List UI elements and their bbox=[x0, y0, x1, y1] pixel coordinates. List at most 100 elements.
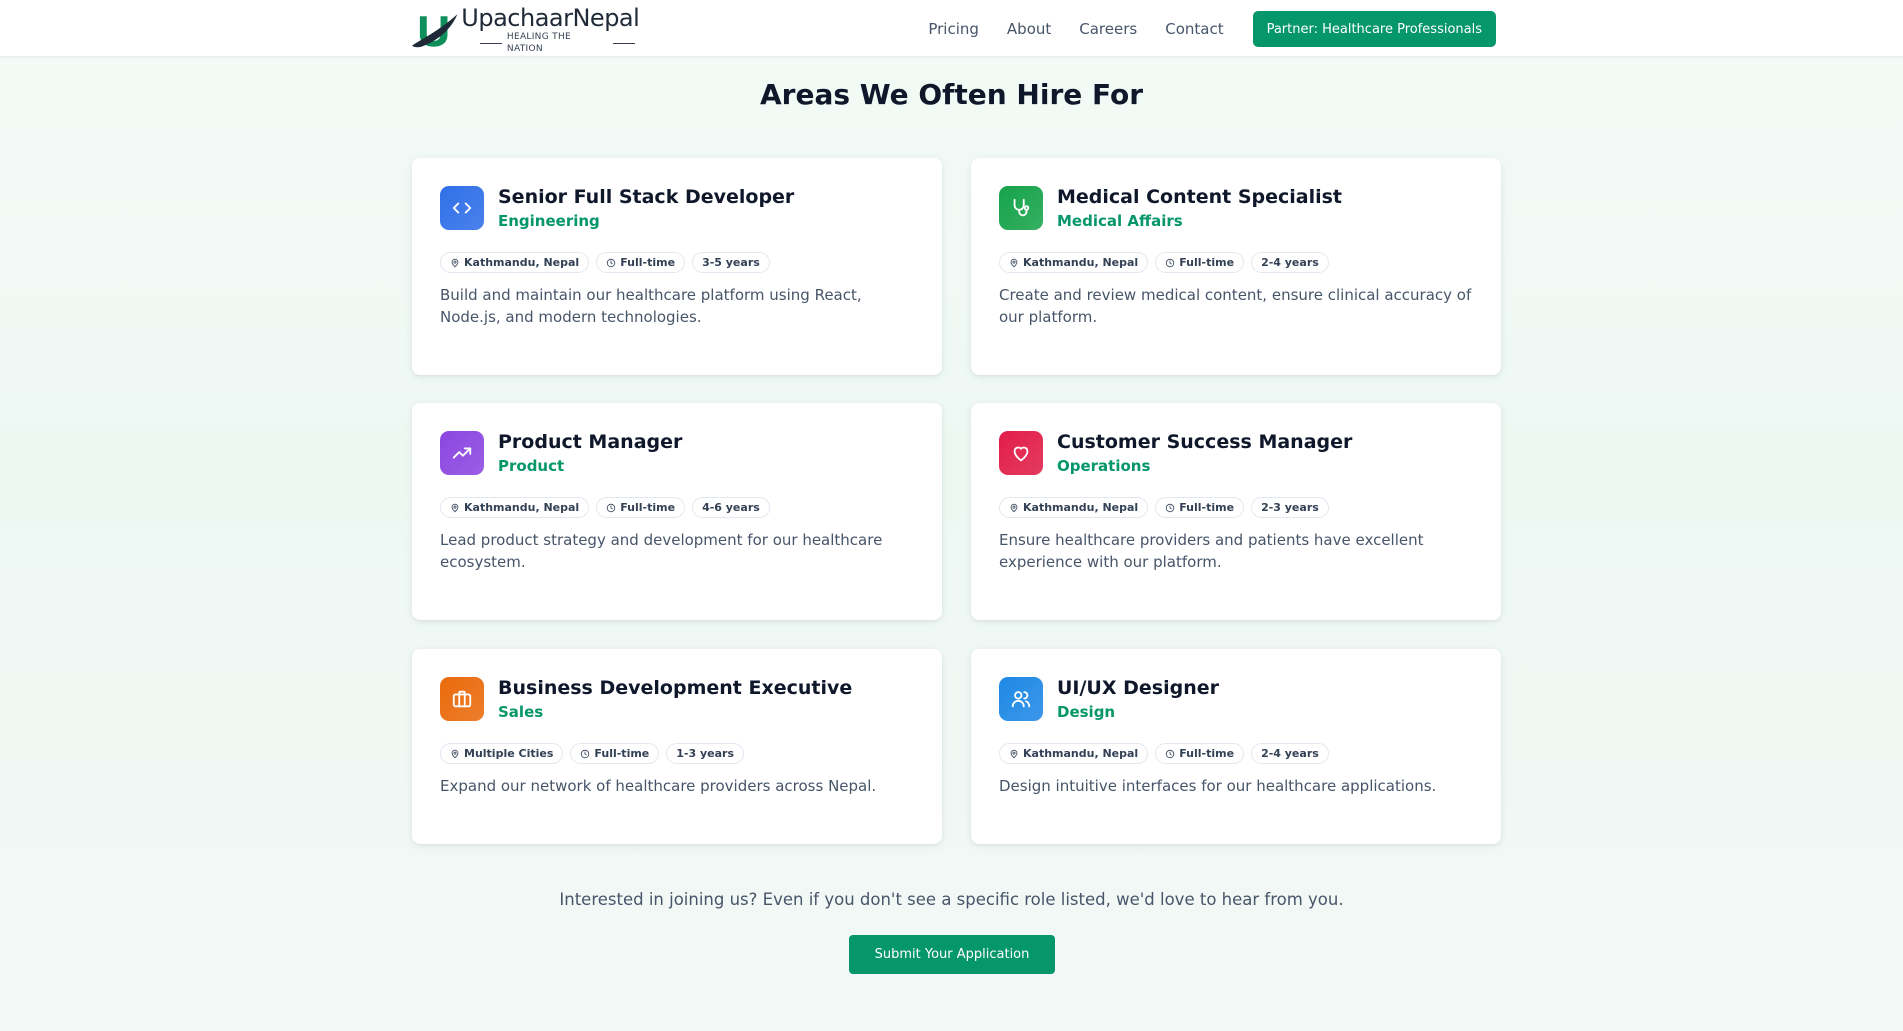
experience-badge: 2-4 years bbox=[1251, 252, 1329, 273]
role-type: Full-time bbox=[594, 747, 650, 760]
clock-icon bbox=[581, 749, 590, 758]
role-type: Full-time bbox=[620, 256, 676, 269]
type-badge: Full-time bbox=[596, 497, 686, 518]
partner-button[interactable]: Partner: Healthcare Professionals bbox=[1252, 11, 1496, 47]
role-department: Product bbox=[498, 457, 565, 475]
heart-icon bbox=[999, 431, 1043, 475]
role-experience: 4-6 years bbox=[702, 501, 760, 514]
stethoscope-icon bbox=[999, 186, 1043, 230]
map-pin-icon bbox=[1010, 503, 1018, 512]
role-card[interactable]: Senior Full Stack Developer Engineering … bbox=[412, 158, 942, 375]
role-type: Full-time bbox=[620, 501, 676, 514]
role-type: Full-time bbox=[1179, 501, 1235, 514]
map-pin-icon bbox=[1010, 749, 1018, 758]
role-experience: 1-3 years bbox=[676, 747, 734, 760]
role-department: Design bbox=[1057, 703, 1116, 721]
role-department: Sales bbox=[498, 703, 544, 721]
site-header: UpachaarNepal HEALING THE NATION Pricing… bbox=[0, 0, 1903, 57]
experience-badge: 4-6 years bbox=[692, 497, 770, 518]
experience-badge: 1-3 years bbox=[666, 743, 744, 764]
role-tags: Kathmandu, Nepal Full-time 3-5 years bbox=[440, 252, 777, 273]
role-card[interactable]: Customer Success Manager Operations Kath… bbox=[971, 403, 1501, 620]
type-badge: Full-time bbox=[596, 252, 686, 273]
location-badge: Kathmandu, Nepal bbox=[999, 497, 1149, 518]
role-department: Engineering bbox=[498, 212, 600, 230]
role-card-header: Product Manager Product bbox=[440, 431, 682, 476]
submit-application-button[interactable]: Submit Your Application bbox=[849, 935, 1055, 974]
role-tags: Kathmandu, Nepal Full-time 2-4 years bbox=[999, 743, 1336, 764]
nav-about[interactable]: About bbox=[1007, 20, 1051, 38]
cta-text: Interested in joining us? Even if you do… bbox=[559, 890, 1344, 909]
main-nav: Pricing About Careers Contact Partner: H… bbox=[928, 11, 1496, 47]
clock-icon bbox=[1165, 749, 1175, 758]
role-location: Kathmandu, Nepal bbox=[1023, 501, 1139, 514]
experience-badge: 3-5 years bbox=[692, 252, 770, 273]
logo-name: UpachaarNepal bbox=[461, 4, 640, 32]
role-location: Multiple Cities bbox=[464, 747, 554, 760]
clock-icon bbox=[1165, 258, 1175, 267]
section-title: Areas We Often Hire For bbox=[759, 78, 1144, 111]
nav-contact[interactable]: Contact bbox=[1165, 20, 1223, 38]
nav-careers[interactable]: Careers bbox=[1079, 20, 1137, 38]
role-card-header: Medical Content Specialist Medical Affai… bbox=[999, 186, 1342, 231]
role-tags: Kathmandu, Nepal Full-time 4-6 years bbox=[440, 497, 777, 518]
role-card[interactable]: Medical Content Specialist Medical Affai… bbox=[971, 158, 1501, 375]
location-badge: Kathmandu, Nepal bbox=[999, 252, 1149, 273]
role-experience: 2-3 years bbox=[1261, 501, 1319, 514]
role-card[interactable]: Business Development Executive Sales Mul… bbox=[412, 649, 942, 844]
map-pin-icon bbox=[451, 503, 459, 512]
location-badge: Kathmandu, Nepal bbox=[440, 252, 590, 273]
role-description: Create and review medical content, ensur… bbox=[999, 286, 1472, 326]
role-experience: 3-5 years bbox=[702, 256, 760, 269]
type-badge: Full-time bbox=[570, 743, 660, 764]
role-location: Kathmandu, Nepal bbox=[1023, 256, 1139, 269]
role-experience: 2-4 years bbox=[1261, 256, 1319, 269]
map-pin-icon bbox=[451, 258, 459, 267]
location-badge: Kathmandu, Nepal bbox=[440, 497, 590, 518]
logo-tagline: HEALING THE NATION bbox=[475, 31, 640, 55]
role-description: Ensure healthcare providers and patients… bbox=[999, 531, 1424, 571]
role-location: Kathmandu, Nepal bbox=[1023, 747, 1139, 760]
type-badge: Full-time bbox=[1155, 252, 1245, 273]
role-type: Full-time bbox=[1179, 256, 1235, 269]
experience-badge: 2-3 years bbox=[1251, 497, 1329, 518]
role-location: Kathmandu, Nepal bbox=[464, 256, 580, 269]
role-title: Product Manager bbox=[498, 431, 683, 453]
experience-badge: 2-4 years bbox=[1251, 743, 1329, 764]
role-title: Senior Full Stack Developer bbox=[498, 186, 795, 208]
logo[interactable]: UpachaarNepal HEALING THE NATION bbox=[410, 5, 640, 54]
role-tags: Kathmandu, Nepal Full-time 2-3 years bbox=[999, 497, 1336, 518]
role-type: Full-time bbox=[1179, 747, 1235, 760]
role-title: Business Development Executive bbox=[498, 677, 853, 699]
role-card[interactable]: Product Manager Product Kathmandu, Nepal… bbox=[412, 403, 942, 620]
briefcase-icon bbox=[440, 677, 484, 721]
role-department: Medical Affairs bbox=[1057, 212, 1183, 230]
role-title: UI/UX Designer bbox=[1057, 677, 1219, 699]
role-card-header: UI/UX Designer Design bbox=[999, 677, 1219, 722]
role-location: Kathmandu, Nepal bbox=[464, 501, 580, 514]
role-title: Medical Content Specialist bbox=[1057, 186, 1343, 208]
users-icon bbox=[999, 677, 1043, 721]
map-pin-icon bbox=[1010, 258, 1018, 267]
role-description: Build and maintain our healthcare platfo… bbox=[440, 286, 862, 326]
type-badge: Full-time bbox=[1155, 743, 1245, 764]
location-badge: Kathmandu, Nepal bbox=[999, 743, 1149, 764]
location-badge: Multiple Cities bbox=[440, 743, 564, 764]
role-card-header: Business Development Executive Sales bbox=[440, 677, 852, 722]
role-description: Lead product strategy and development fo… bbox=[440, 531, 883, 571]
role-description: Design intuitive interfaces for our heal… bbox=[999, 777, 1437, 795]
trending-up-icon bbox=[440, 431, 484, 475]
code-icon bbox=[440, 186, 484, 230]
nav-pricing[interactable]: Pricing bbox=[928, 20, 979, 38]
clock-icon bbox=[606, 503, 616, 512]
map-pin-icon bbox=[451, 749, 459, 758]
role-title: Customer Success Manager bbox=[1057, 431, 1353, 453]
role-experience: 2-4 years bbox=[1261, 747, 1319, 760]
role-card-header: Customer Success Manager Operations bbox=[999, 431, 1352, 476]
role-description: Expand our network of healthcare provide… bbox=[440, 777, 877, 795]
clock-icon bbox=[606, 258, 616, 267]
role-department: Operations bbox=[1057, 457, 1151, 475]
role-tags: Multiple Cities Full-time 1-3 years bbox=[440, 743, 751, 764]
role-card[interactable]: UI/UX Designer Design Kathmandu, Nepal F… bbox=[971, 649, 1501, 844]
role-tags: Kathmandu, Nepal Full-time 2-4 years bbox=[999, 252, 1336, 273]
